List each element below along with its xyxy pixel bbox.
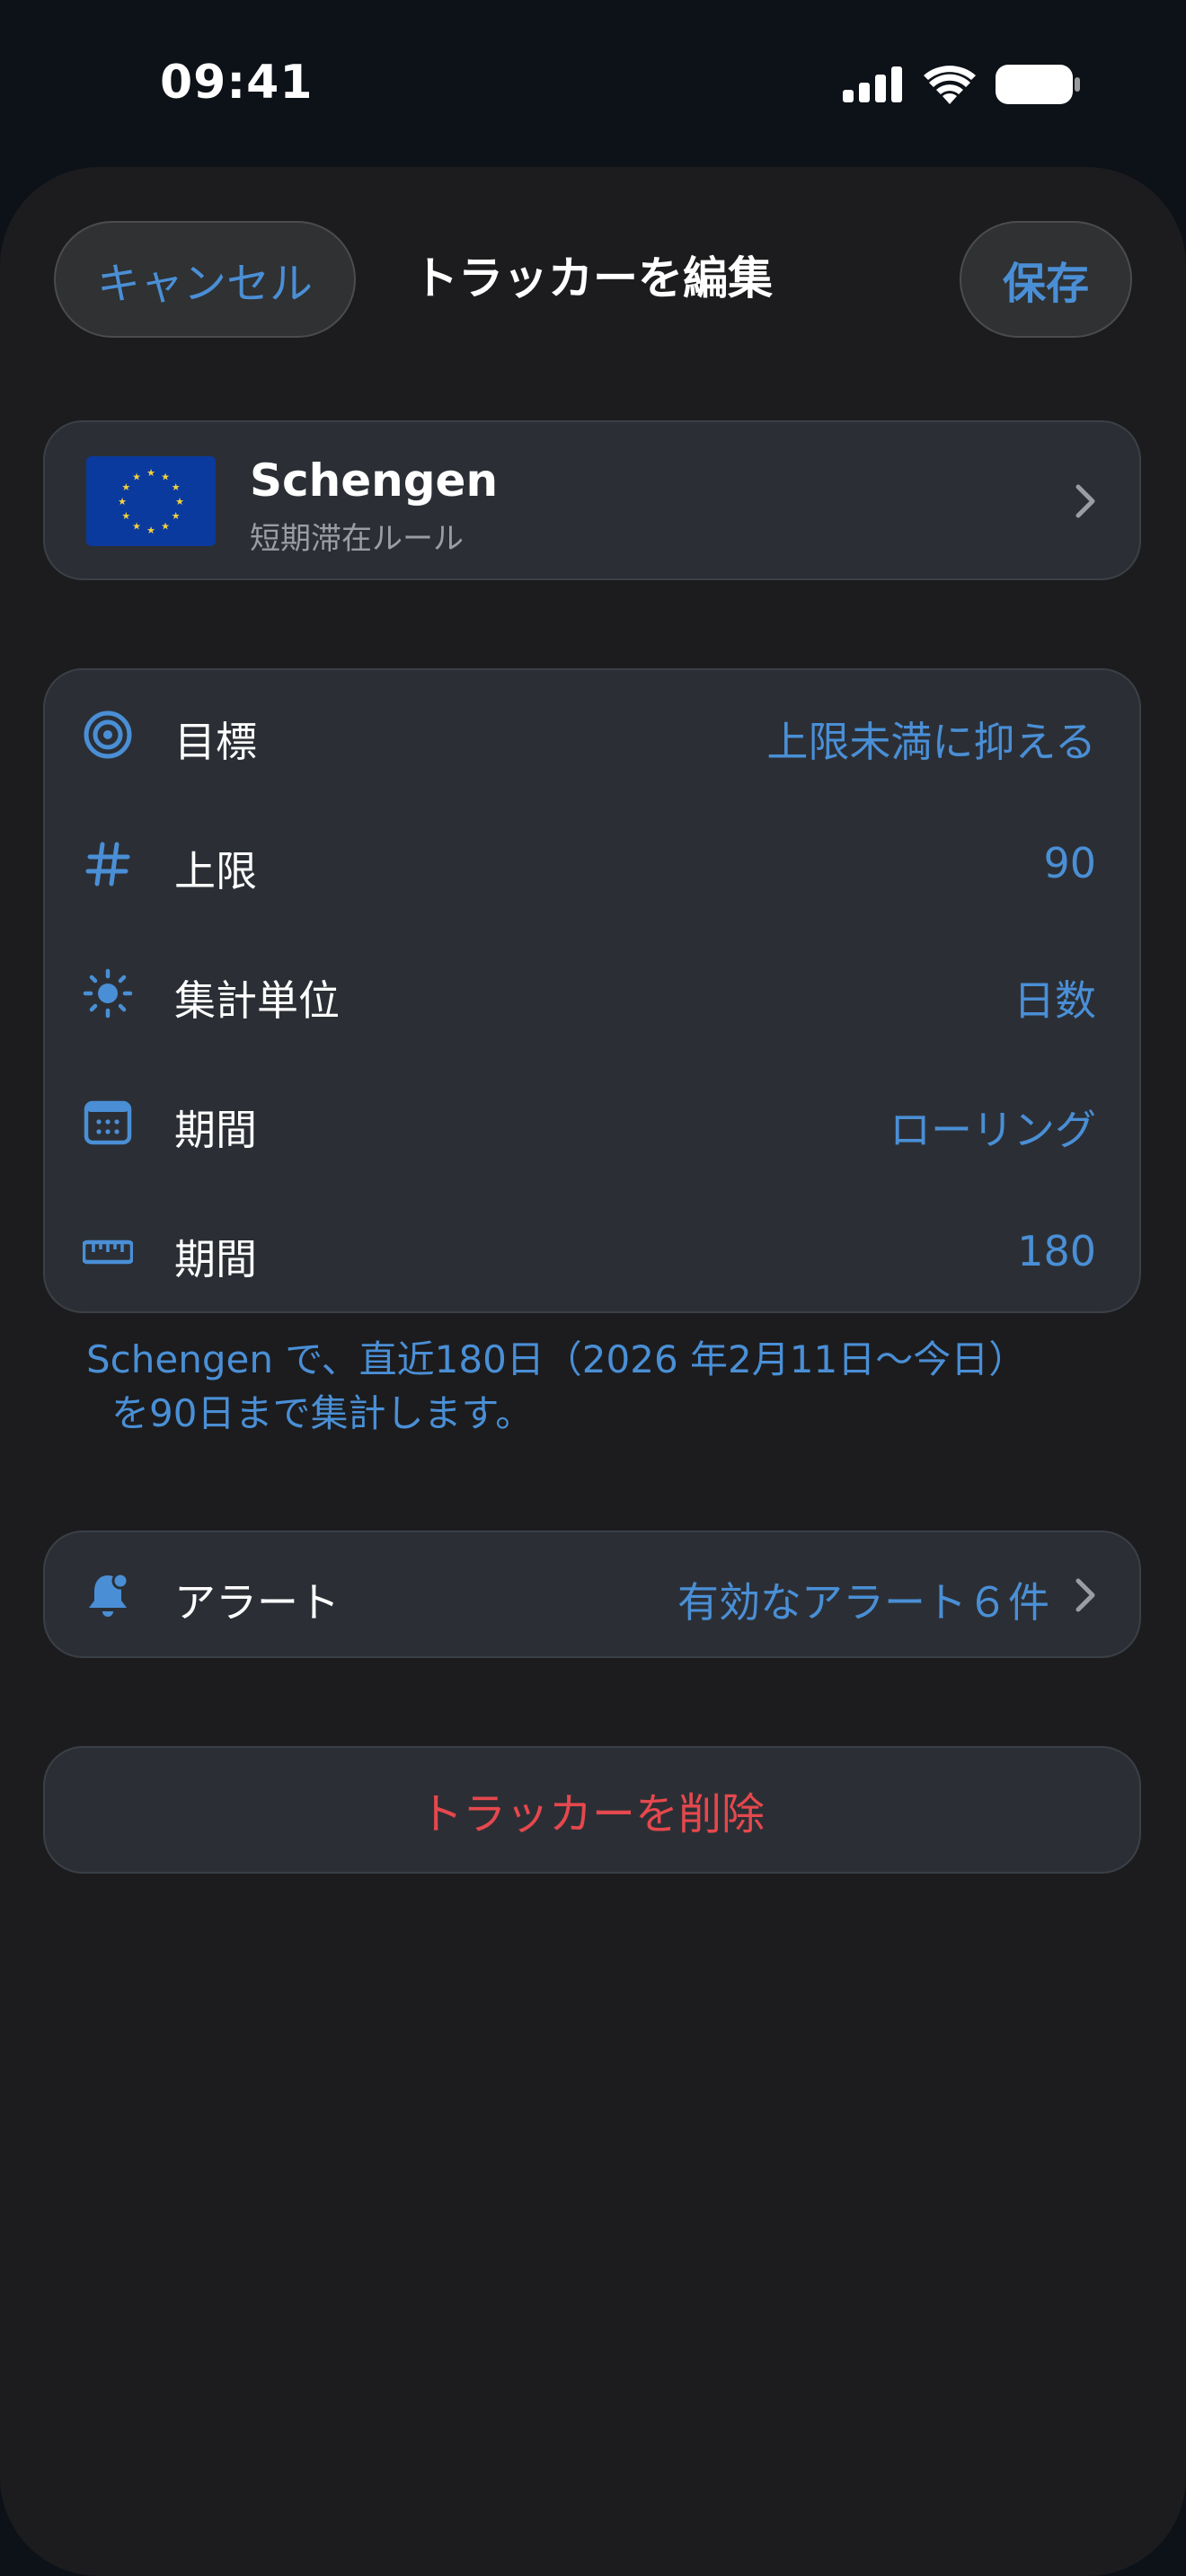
settings-row-unit[interactable]: 集計単位 日数 [45,929,1139,1058]
settings-card: 目標 上限未満に抑える 上限 90 集計単位 日数 期間 ローリング 期間 18… [43,668,1141,1313]
settings-row-goal[interactable]: 目標 上限未満に抑える [45,670,1139,799]
settings-row-value: ローリング [890,1106,1096,1154]
flag-star: ★ [175,496,184,507]
flag-star: ★ [121,510,130,522]
flag-star: ★ [118,496,127,507]
rule-subtitle: 短期滞在ルール [250,521,464,557]
settings-row-label: 期間 [174,1235,257,1284]
hash-icon [85,842,130,887]
summary-line: Schengen で、直近180日（2026 年2月11日〜今日） [86,1337,1027,1381]
flag-star: ★ [146,467,155,479]
chevron-right-icon [1075,484,1095,518]
flag-star: ★ [172,510,181,522]
settings-row-label: 上限 [174,847,257,895]
settings-row-limit[interactable]: 上限 90 [45,799,1139,929]
settings-row-value: 日数 [1013,976,1096,1025]
flag-star: ★ [132,521,141,533]
summary-line: を90日まで集計します。 [111,1391,534,1435]
delete-tracker-button[interactable]: トラッカーを削除 [43,1746,1141,1874]
status-bar: 09:41 [0,0,1186,171]
wifi-icon [924,66,976,104]
flag-star: ★ [121,481,130,493]
bell-icon [89,1572,129,1617]
flag-star: ★ [146,525,155,536]
settings-row-value: 180 [1017,1227,1096,1275]
status-time: 09:41 [160,56,314,110]
battery-icon [996,65,1080,104]
delete-tracker-label: トラッカーを削除 [419,1789,765,1839]
calendar-icon [84,1100,132,1145]
status-icons [843,65,1080,104]
eu-flag-icon: ★ ★ ★ ★ ★ ★ ★ ★ ★ ★ ★ ★ [86,456,216,546]
ruler-icon [83,1239,133,1265]
chevron-right-icon [1075,1578,1095,1612]
settings-row-period-type[interactable]: 期間 ローリング [45,1058,1139,1187]
rule-selector[interactable]: ★ ★ ★ ★ ★ ★ ★ ★ ★ ★ ★ ★ Schengen 短期滞在ルール [43,420,1141,580]
rule-name: Schengen [250,454,499,507]
settings-row-value: 上限未満に抑える [766,718,1096,766]
tracker-summary: Schengen で、直近180日（2026 年2月11日〜今日） を90日まで… [86,1333,1111,1441]
page-title: トラッカーを編集 [413,252,773,304]
alerts-value: 有効なアラート６件 [677,1578,1049,1627]
alerts-label: アラート [174,1578,340,1627]
settings-row-label: 目標 [174,718,257,766]
sun-icon [83,968,133,1019]
target-icon [84,710,132,759]
flag-star: ★ [132,471,141,482]
cancel-button[interactable]: キャンセル [54,221,356,338]
settings-row-value: 90 [1043,839,1096,887]
alerts-row[interactable]: アラート 有効なアラート６件 [43,1531,1141,1658]
flag-star: ★ [161,521,170,533]
cellular-signal-icon [843,66,902,102]
settings-row-label: 集計単位 [174,976,340,1025]
settings-row-label: 期間 [174,1106,257,1154]
settings-row-period-length[interactable]: 期間 180 [45,1187,1139,1317]
flag-star: ★ [161,471,170,482]
flag-star: ★ [172,481,181,493]
save-button[interactable]: 保存 [960,221,1132,338]
